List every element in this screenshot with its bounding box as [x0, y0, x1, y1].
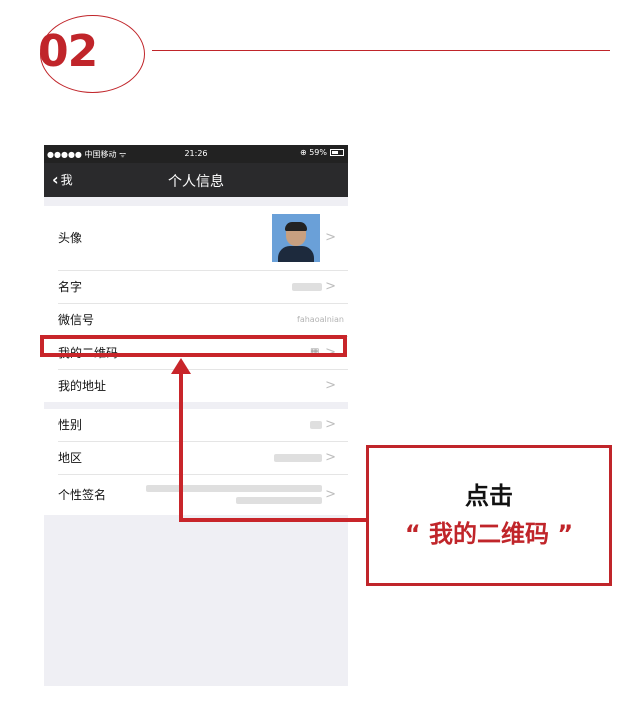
qr-row-highlight [40, 335, 347, 357]
blurred-value [310, 421, 322, 429]
instruction-callout: 点击 “ 我的二维码 ” [366, 445, 612, 586]
row-avatar[interactable]: 头像 > [58, 206, 348, 271]
profile-group: 头像 > 名字 > 微信号 fahaoalnian 我的二维码 ▦ > 我的地址… [44, 206, 348, 402]
callout-line-2: “ 我的二维码 ” [404, 520, 574, 548]
row-name[interactable]: 名字 > [58, 271, 348, 304]
row-label: 地区 [58, 451, 83, 465]
avatar [272, 214, 320, 262]
phone-screen: ●●●●● 中国移动 ᯤ 21:26 ⊕ 59% ‹ 我 个人信息 头像 > 名… [44, 145, 348, 686]
row-signature[interactable]: 个性签名 > [58, 475, 348, 515]
battery-icon [330, 149, 344, 156]
status-bar: ●●●●● 中国移动 ᯤ 21:26 ⊕ 59% [44, 145, 348, 163]
chevron-right-icon: > [325, 230, 336, 245]
row-label: 微信号 [58, 313, 95, 327]
row-label: 个性签名 [58, 488, 107, 502]
blurred-value [292, 283, 322, 291]
row-label: 我的地址 [58, 379, 107, 393]
chevron-right-icon: > [325, 378, 336, 393]
arrow-line-vertical [179, 373, 183, 522]
nav-bar: ‹ 我 个人信息 [44, 163, 348, 197]
blurred-value [236, 497, 322, 504]
chevron-right-icon: > [325, 417, 336, 432]
chevron-right-icon: > [325, 450, 336, 465]
battery-text: ⊕ 59% [299, 148, 327, 157]
chevron-right-icon: > [325, 279, 336, 294]
chevron-right-icon: > [325, 487, 336, 502]
row-gender[interactable]: 性别 > [58, 409, 348, 442]
avatar-hair [285, 222, 307, 231]
row-label: 性别 [58, 418, 83, 432]
blurred-value [146, 485, 322, 492]
row-my-address[interactable]: 我的地址 > [58, 370, 348, 402]
row-region[interactable]: 地区 > [58, 442, 348, 475]
row-wechat-id: 微信号 fahaoalnian [58, 304, 348, 337]
avatar-body [278, 246, 314, 262]
arrow-line-horizontal [179, 518, 368, 522]
step-number: 02 [38, 26, 98, 77]
detail-group: 性别 > 地区 > 个性签名 > [44, 409, 348, 515]
row-label: 头像 [58, 231, 83, 245]
wechat-id-value: fahaoalnian [297, 315, 344, 324]
step-divider [152, 50, 610, 51]
arrow-up-icon [171, 358, 191, 374]
row-label: 名字 [58, 280, 83, 294]
callout-line-1: 点击 [465, 482, 513, 510]
page-title: 个人信息 [168, 174, 224, 190]
blurred-value [274, 454, 322, 462]
battery-status: ⊕ 59% [300, 148, 344, 157]
